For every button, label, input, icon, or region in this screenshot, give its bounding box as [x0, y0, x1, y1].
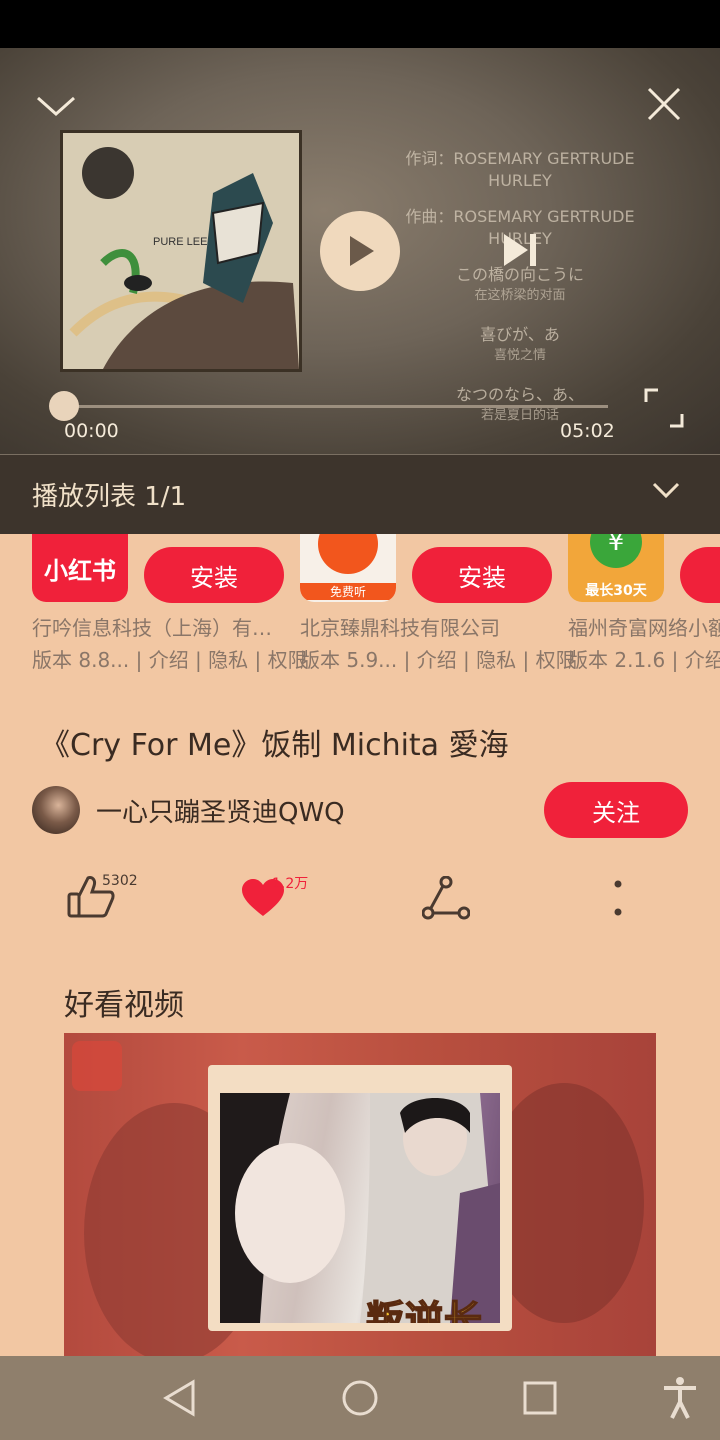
share-button[interactable] — [421, 875, 471, 924]
intro-link[interactable]: 介绍 — [417, 648, 457, 672]
picture-in-picture-window[interactable]: 叛逆长 — [208, 1065, 512, 1331]
intro-link[interactable]: 介绍 — [685, 648, 720, 672]
system-navigation-bar — [0, 1356, 720, 1440]
play-icon — [350, 236, 374, 266]
recents-button[interactable] — [518, 1376, 562, 1420]
author-name[interactable]: 一心只蹦圣贤迪QWQ — [96, 792, 345, 829]
install-button[interactable]: 安装 — [144, 547, 284, 603]
app-company: 福州奇富网络小额 — [568, 616, 720, 640]
home-button[interactable] — [338, 1376, 382, 1420]
xiaohongshu-app-icon[interactable]: 小红书 — [32, 534, 128, 602]
author-row[interactable]: 一心只蹦圣贤迪QWQ — [32, 786, 345, 834]
app-ad-item: ¥ 最长30天 福州奇富网络小额 版本 2.1.6 | 介绍 — [568, 534, 720, 674]
play-button[interactable] — [320, 211, 400, 291]
app-ad-item: 免费听 安装 北京臻鼎科技有限公司 版本 5.9... | 介绍 | 隐私 | … — [300, 534, 576, 674]
lyrics-panel: 作词：ROSEMARY GERTRUDE HURLEY 作曲：ROSEMARY G… — [380, 148, 660, 426]
pip-video[interactable]: 叛逆长 — [220, 1093, 500, 1323]
more-vertical-icon — [614, 880, 622, 916]
home-circle-icon — [342, 1380, 378, 1416]
pip-caption: 叛逆长 — [365, 1297, 484, 1323]
fullscreen-button[interactable] — [644, 388, 684, 428]
app-meta: 版本 8.8... | 介绍 | 隐私 | 权限 — [32, 648, 308, 672]
back-button[interactable] — [158, 1376, 202, 1420]
intro-link[interactable]: 介绍 — [149, 648, 189, 672]
album-cover: PURE LEE — [60, 130, 302, 372]
collapse-player-button[interactable] — [32, 86, 80, 126]
progress-knob[interactable] — [49, 391, 79, 421]
progress-bar[interactable] — [49, 391, 608, 421]
playlist-label: 播放列表 1/1 — [32, 482, 187, 512]
status-bar — [0, 0, 720, 48]
finance-app-icon[interactable]: ¥ 最长30天 — [568, 534, 664, 602]
privacy-link[interactable]: 隐私 — [208, 648, 248, 672]
total-time: 05:02 — [560, 420, 615, 442]
album-art-illustration: PURE LEE — [63, 133, 299, 369]
next-track-button[interactable] — [498, 228, 542, 272]
app-ad-item: 小红书 安装 行吟信息科技（上海）有… 版本 8.8... | 介绍 | 隐私 … — [32, 534, 308, 674]
fullscreen-icon — [644, 388, 684, 428]
video-title: 《Cry For Me》饭制 Michita 愛海 — [40, 728, 509, 763]
chevron-down-icon — [652, 482, 680, 499]
follow-button[interactable]: 关注 — [544, 782, 688, 838]
favorite-count: 1.2万 — [272, 876, 309, 892]
lyric-line: 作词：ROSEMARY GERTRUDE HURLEY — [405, 149, 635, 190]
privacy-link[interactable]: 隐私 — [476, 648, 516, 672]
svg-text:PURE LEE: PURE LEE — [153, 236, 207, 248]
music-player-panel: PURE LEE 作词：ROSEMARY GERTRUDE HURLEY 作曲：R… — [0, 48, 720, 454]
app-company: 北京臻鼎科技有限公司 — [300, 616, 500, 640]
back-triangle-icon — [163, 1379, 195, 1417]
skip-next-icon — [504, 234, 536, 266]
share-icon — [421, 875, 471, 920]
recents-square-icon — [523, 1381, 557, 1415]
action-bar: 5302 1.2万 — [0, 866, 720, 936]
current-time: 00:00 — [64, 420, 119, 442]
app-ad-row: 小红书 安装 行吟信息科技（上海）有… 版本 8.8... | 介绍 | 隐私 … — [0, 534, 720, 674]
app-meta: 版本 5.9... | 介绍 | 隐私 | 权限 — [300, 648, 576, 672]
playlist-bar[interactable]: 播放列表 1/1 — [0, 454, 720, 534]
like-count: 5302 — [102, 873, 138, 889]
more-options-button[interactable] — [608, 880, 628, 920]
section-title: 好看视频 — [64, 988, 184, 1023]
accessibility-icon — [664, 1377, 696, 1419]
accessibility-button[interactable] — [658, 1376, 702, 1420]
app-company: 行吟信息科技（上海）有… — [32, 616, 272, 640]
lyric-line: 喜びが、あ 喜悦之情 — [480, 325, 560, 363]
avatar[interactable] — [32, 786, 80, 834]
install-button[interactable]: 安装 — [412, 547, 552, 603]
chevron-down-icon — [37, 96, 75, 117]
audio-app-icon[interactable]: 免费听 — [300, 534, 396, 602]
close-icon — [647, 87, 681, 121]
install-button[interactable] — [680, 547, 720, 603]
app-meta: 版本 2.1.6 | 介绍 — [568, 644, 720, 673]
close-player-button[interactable] — [640, 80, 688, 128]
